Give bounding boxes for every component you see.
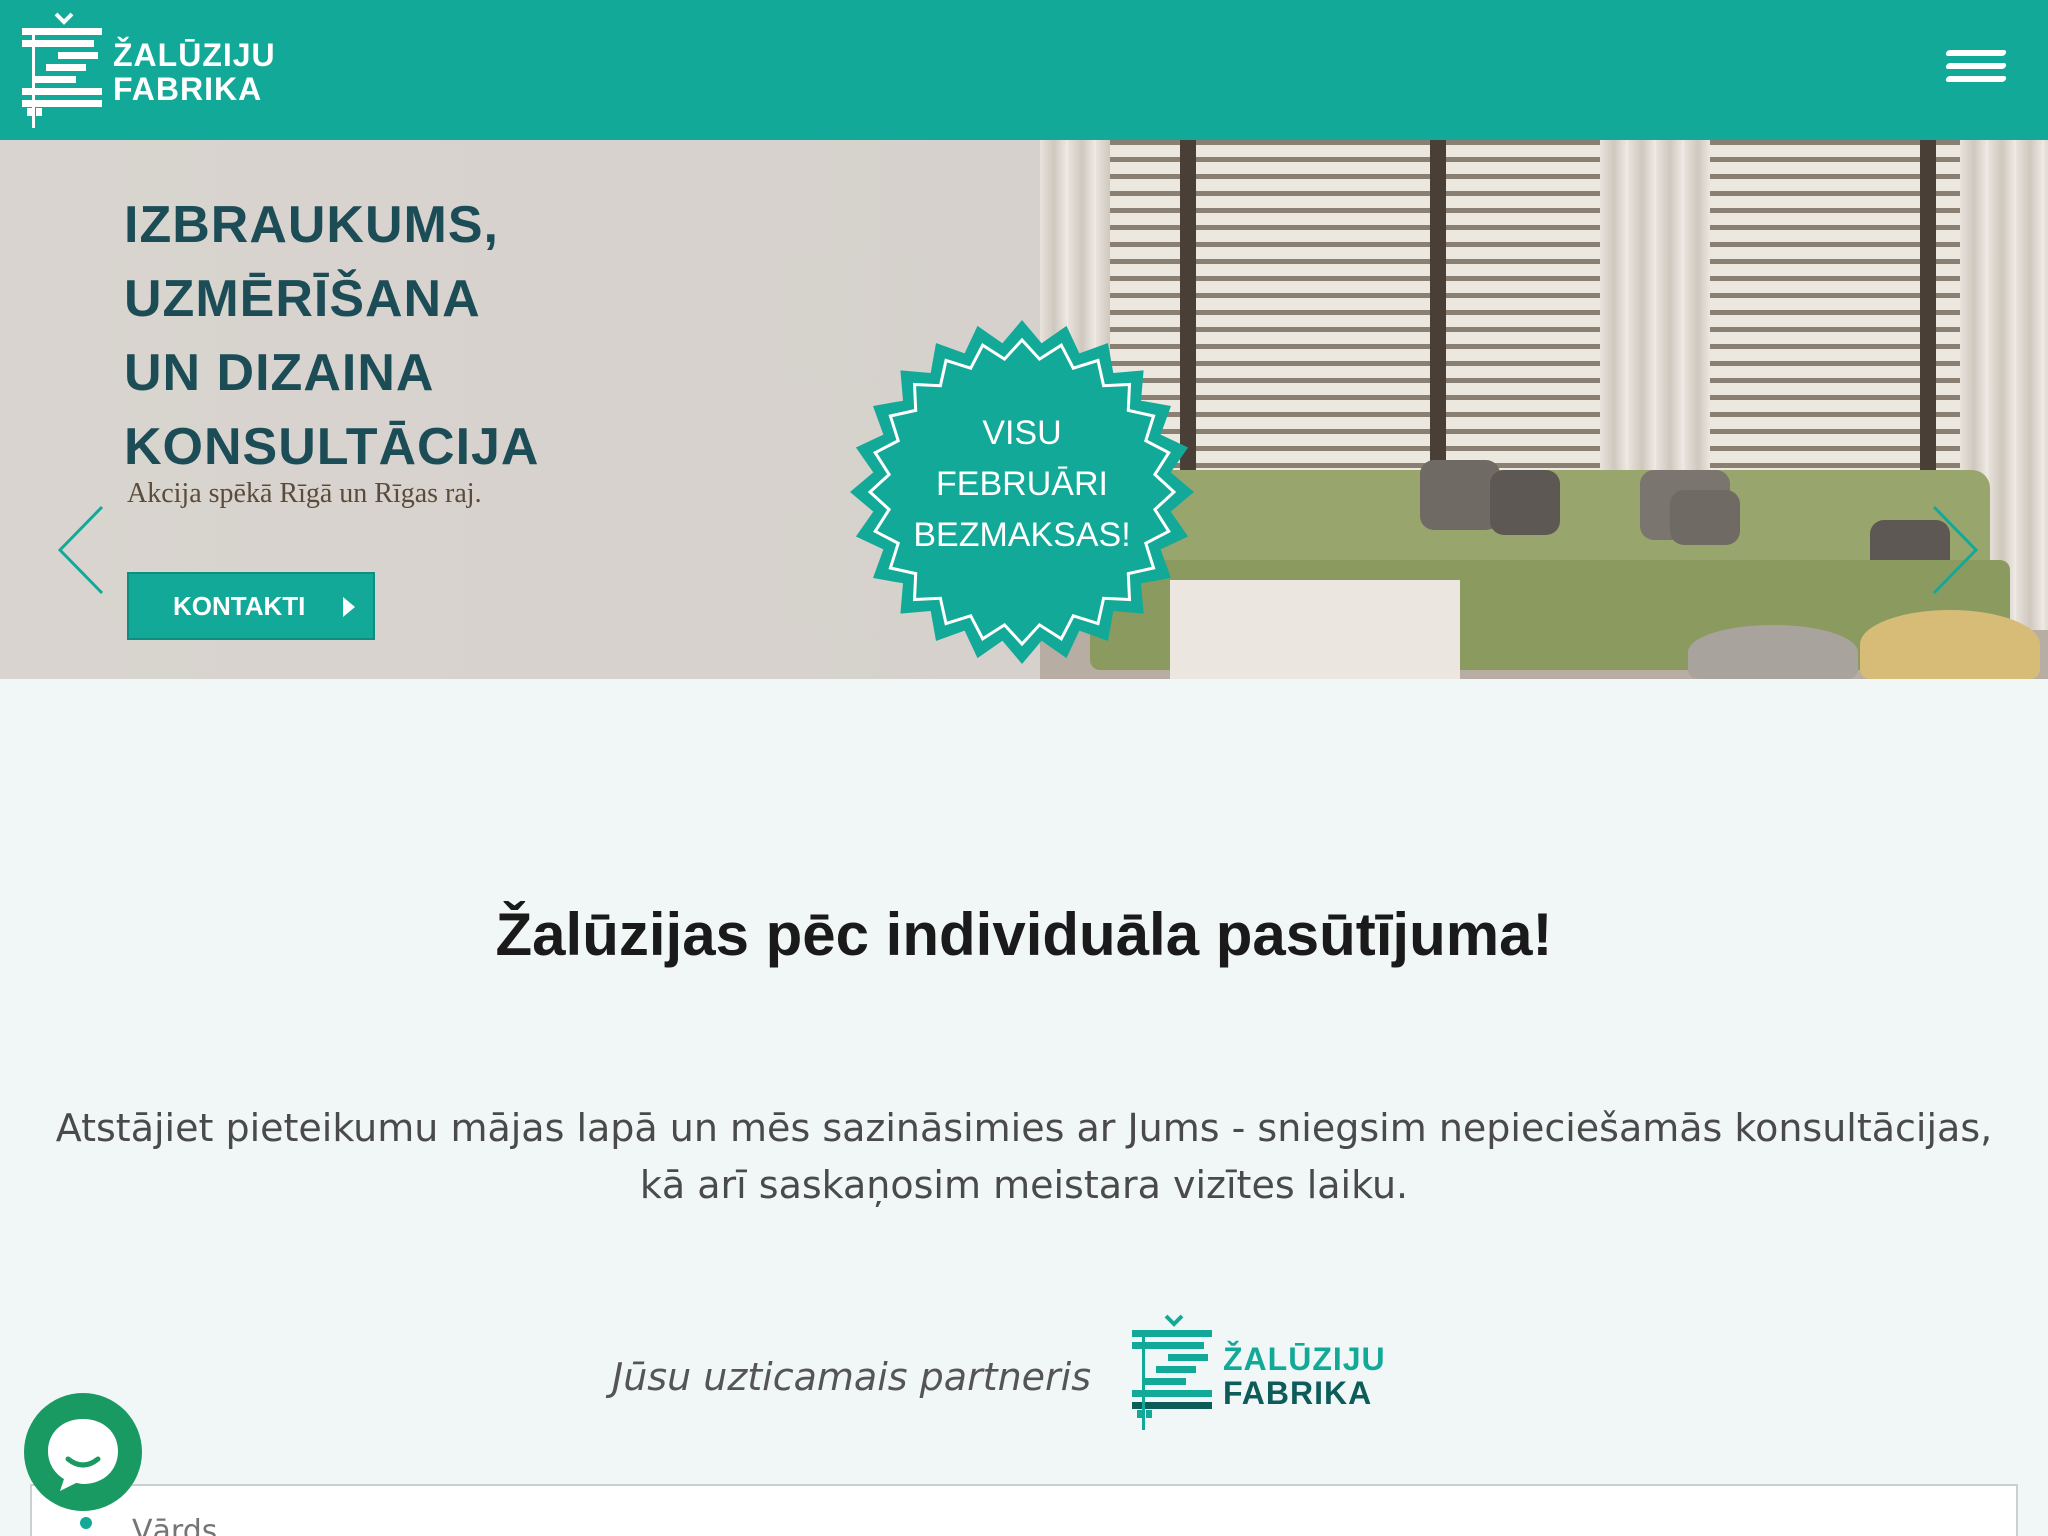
- hero-title: IZBRAUKUMS, UZMĒRĪŠANA UN DIZAINA KONSUL…: [124, 188, 539, 484]
- badge-line: BEZMAKSAS!: [913, 516, 1131, 554]
- chevron-right-icon[interactable]: [1930, 505, 1980, 595]
- site-header: ŽALŪZIJU FABRIKA: [0, 0, 2048, 140]
- chevron-left-icon[interactable]: [56, 505, 106, 595]
- hero-title-line: KONSULTĀCIJA: [124, 418, 540, 476]
- name-field[interactable]: [132, 1514, 1632, 1536]
- badge-line: VISU: [982, 414, 1062, 452]
- hero-slider: IZBRAUKUMS, UZMĒRĪŠANA UN DIZAINA KONSUL…: [0, 140, 2048, 679]
- partner-text: Jūsu uzticamais partneris: [612, 1355, 1092, 1399]
- chat-button[interactable]: [24, 1393, 142, 1511]
- hero-subtitle: Akcija spēkā Rīgā un Rīgas raj.: [127, 478, 482, 509]
- badge-line: FEBRUĀRI: [936, 465, 1108, 503]
- chat-bubble-icon: [48, 1419, 118, 1491]
- blinds-logo-icon: [22, 12, 102, 128]
- partner-logo: ŽALŪZIJU FABRIKA: [1128, 1310, 1408, 1436]
- page-title: Žalūzijas pēc individuāla pasūtījuma!: [495, 901, 1553, 968]
- partner-logo-line2: FABRIKA: [1223, 1375, 1373, 1411]
- form-bullet: [80, 1517, 92, 1529]
- logo-line1: ŽALŪZIJU: [113, 37, 276, 73]
- contact-form: [30, 1484, 2018, 1536]
- hero-title-line: UN DIZAINA: [124, 344, 435, 402]
- contacts-button[interactable]: KONTAKTI: [127, 572, 375, 640]
- logo-line2: FABRIKA: [113, 71, 263, 107]
- hero-title-line: IZBRAUKUMS,: [124, 196, 499, 254]
- partner-logo-line1: ŽALŪZIJU: [1223, 1341, 1386, 1377]
- hamburger-icon[interactable]: [1945, 50, 2007, 90]
- promo-badge-text: VISU FEBRUĀRI BEZMAKSAS!: [848, 408, 1196, 561]
- play-arrow-icon: [343, 597, 355, 617]
- intro-text: Atstājiet pieteikumu mājas lapā un mēs s…: [55, 1106, 1993, 1207]
- hero-title-line: UZMĒRĪŠANA: [124, 270, 481, 328]
- blinds-logo-icon: [1132, 1314, 1212, 1430]
- logo[interactable]: ŽALŪZIJU FABRIKA: [18, 8, 298, 134]
- contacts-button-label: KONTAKTI: [173, 590, 306, 621]
